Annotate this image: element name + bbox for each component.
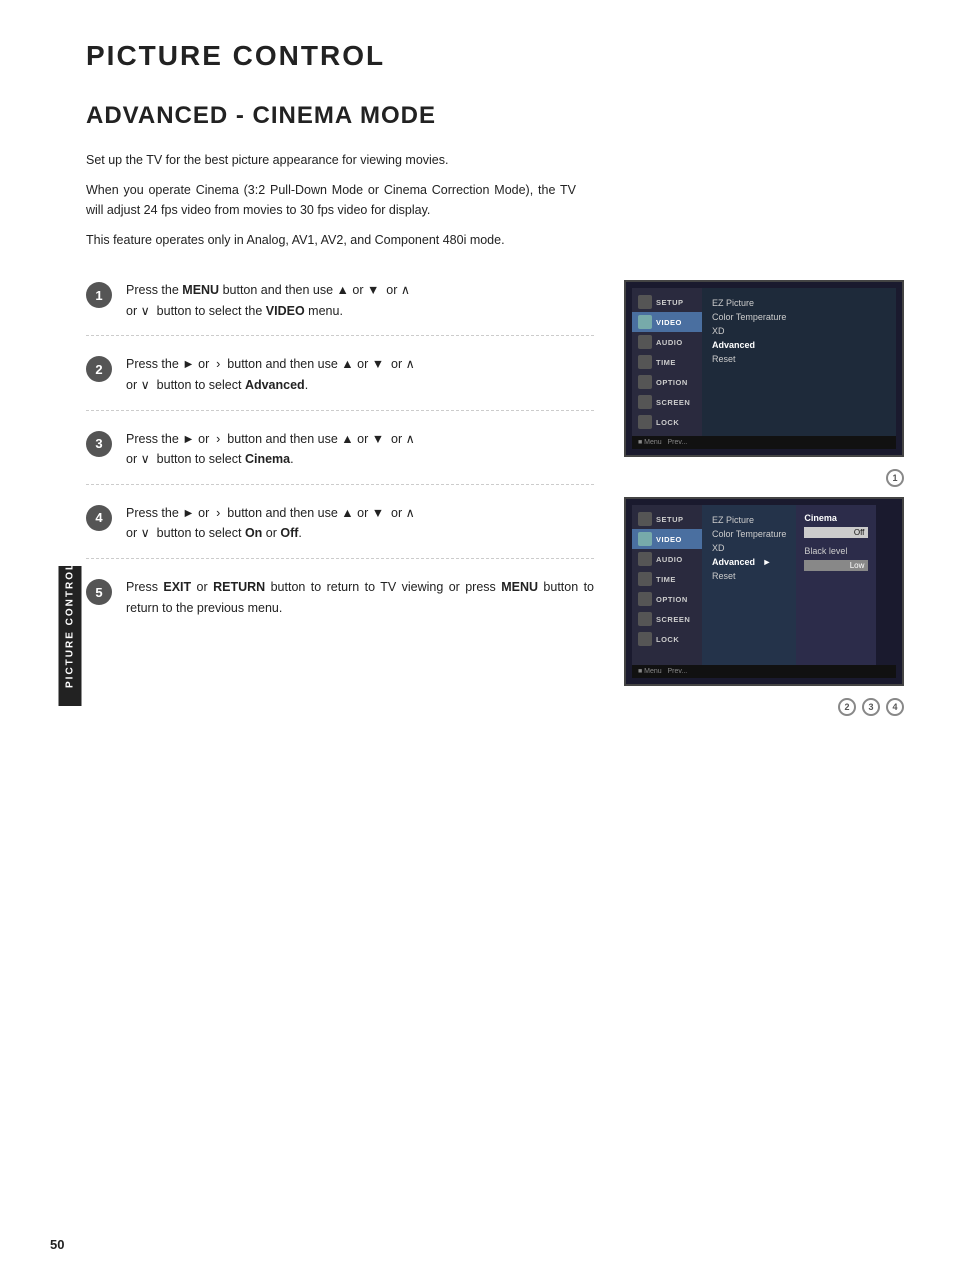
step-2: 2 Press the ► or › button and then use ▲… <box>86 354 594 410</box>
menu-item-audio: AUDIO <box>632 332 702 352</box>
s2-time-icon <box>638 572 652 586</box>
menu-item-option: OPTION <box>632 372 702 392</box>
page-number: 50 <box>50 1237 64 1252</box>
screen2-menu-option: OPTION <box>632 589 702 609</box>
s2-audio-icon <box>638 552 652 566</box>
audio-icon <box>638 335 652 349</box>
screen2-menu-setup: SETUP <box>632 509 702 529</box>
step-5-text: Press EXIT or RETURN button to return to… <box>126 577 594 618</box>
annotation-row-1: 1 <box>624 469 904 487</box>
intro-para-1: Set up the TV for the best picture appea… <box>86 150 576 170</box>
screen2-menu-lock: LOCK <box>632 629 702 649</box>
screen-icon <box>638 395 652 409</box>
cinema-value: Off <box>804 527 868 538</box>
screen2-bottom-bar: ■ Menu Prev... <box>632 665 896 678</box>
screen2-menu-video: VIDEO <box>632 529 702 549</box>
step-5: 5 Press EXIT or RETURN button to return … <box>86 577 594 632</box>
screen2-menu-time: TIME <box>632 569 702 589</box>
annotation-2: 2 <box>838 698 856 716</box>
s2-advanced: Advanced ► <box>712 555 786 569</box>
step-3-text: Press the ► or › button and then use ▲ o… <box>126 429 415 470</box>
side-label: PICTURE CONTROL <box>59 566 82 706</box>
s2-xd: XD <box>712 541 786 555</box>
annotation-1: 1 <box>886 469 904 487</box>
s2-option-icon <box>638 592 652 606</box>
screen-mockup-1: SETUP VIDEO AUDIO TIME <box>624 280 904 457</box>
menu-item-screen: SCREEN <box>632 392 702 412</box>
screen2-submenu3: Cinema Off Black level Low <box>796 505 876 665</box>
submenu-xd: XD <box>712 324 886 338</box>
submenu-ez-picture: EZ Picture <box>712 296 886 310</box>
option-icon <box>638 375 652 389</box>
time-icon <box>638 355 652 369</box>
lock-icon <box>638 415 652 429</box>
s2-video-icon <box>638 532 652 546</box>
s2-screen-icon <box>638 612 652 626</box>
submenu-color-temp: Color Temperature <box>712 310 886 324</box>
annotation-4: 4 <box>886 698 904 716</box>
intro-para-3: This feature operates only in Analog, AV… <box>86 230 576 250</box>
s2-color-temp: Color Temperature <box>712 527 786 541</box>
intro-para-2: When you operate Cinema (3:2 Pull-Down M… <box>86 180 576 220</box>
step-circle-2: 2 <box>86 356 112 382</box>
screen2-menu-screen: SCREEN <box>632 609 702 629</box>
menu-item-time: TIME <box>632 352 702 372</box>
step-3: 3 Press the ► or › button and then use ▲… <box>86 429 594 485</box>
step-4: 4 Press the ► or › button and then use ▲… <box>86 503 594 559</box>
video-icon <box>638 315 652 329</box>
section-title: ADVANCED - CINEMA MODE <box>86 102 904 130</box>
cinema-label: Cinema <box>804 513 868 523</box>
s2-reset: Reset <box>712 569 786 583</box>
submenu-reset: Reset <box>712 352 886 366</box>
screen1-submenu: EZ Picture Color Temperature XD Advanced… <box>702 288 896 436</box>
steps-column: 1 Press the MENU button and then use ▲ o… <box>86 280 594 716</box>
screen1-nav: SETUP VIDEO AUDIO TIME <box>632 288 702 436</box>
s2-lock-icon <box>638 632 652 646</box>
screen-mockup-2: SETUP VIDEO AUDIO TIME <box>624 497 904 686</box>
step-circle-1: 1 <box>86 282 112 308</box>
step-circle-5: 5 <box>86 579 112 605</box>
screen2-menu-audio: AUDIO <box>632 549 702 569</box>
page-title: PICTURE CONTROL <box>86 40 904 72</box>
screen2-nav: SETUP VIDEO AUDIO TIME <box>632 505 702 665</box>
step-4-text: Press the ► or › button and then use ▲ o… <box>126 503 415 544</box>
step-1: 1 Press the MENU button and then use ▲ o… <box>86 280 594 336</box>
menu-item-lock: LOCK <box>632 412 702 432</box>
step-1-text: Press the MENU button and then use ▲ or … <box>126 280 410 321</box>
step-2-text: Press the ► or › button and then use ▲ o… <box>126 354 415 395</box>
setup-icon <box>638 295 652 309</box>
s2-ez-picture: EZ Picture <box>712 513 786 527</box>
annotation-row-2: 2 3 4 <box>624 698 904 716</box>
annotation-3: 3 <box>862 698 880 716</box>
menu-item-setup: SETUP <box>632 292 702 312</box>
screen2-submenu: EZ Picture Color Temperature XD Advanced… <box>702 505 796 665</box>
submenu-advanced: Advanced <box>712 338 886 352</box>
s2-setup-icon <box>638 512 652 526</box>
menu-item-video: VIDEO <box>632 312 702 332</box>
screen1-bottom-bar: ■ Menu Prev... <box>632 436 896 449</box>
black-level-value: Low <box>804 560 868 571</box>
black-level-label: Black level <box>804 546 868 556</box>
step-circle-3: 3 <box>86 431 112 457</box>
step-circle-4: 4 <box>86 505 112 531</box>
screens-column: SETUP VIDEO AUDIO TIME <box>624 280 904 716</box>
